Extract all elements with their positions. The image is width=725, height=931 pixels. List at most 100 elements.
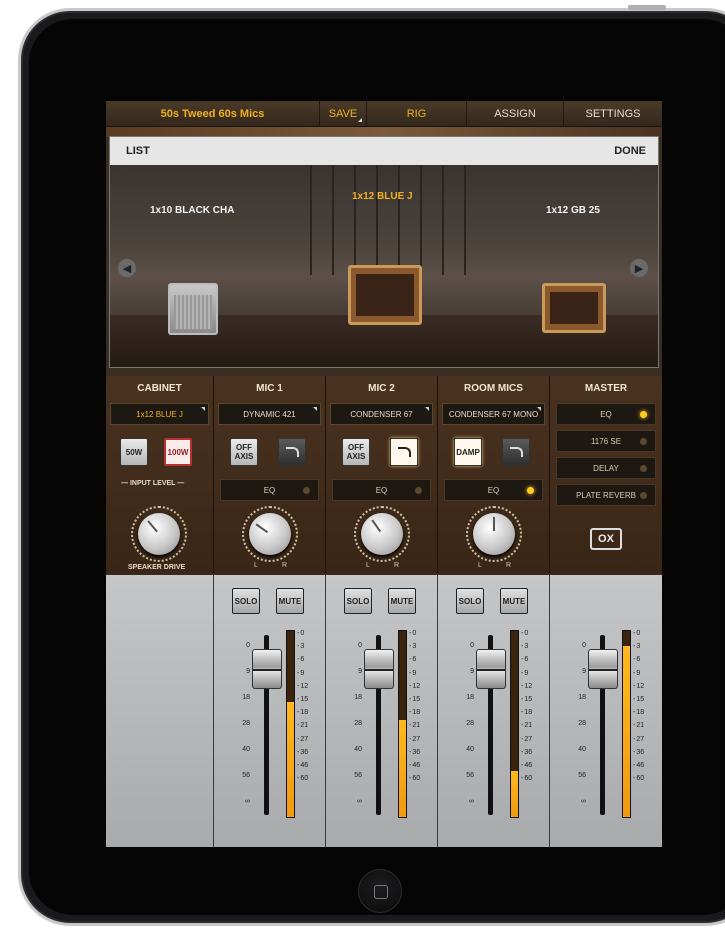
room-mics-dropdown[interactable]: CONDENSER 67 MONO [442,403,545,425]
mic1-mute-button[interactable]: MUTE [276,588,304,614]
master-level-meter [622,630,631,818]
mic2-fader-scale: 0 9 18 28 40 56 ∞ [354,642,362,805]
mic2-meter-scale: 03691215182127364660 [409,627,420,785]
mic2-title: MIC 2 [368,382,395,394]
mixer-room-mics: SOLO MUTE 0918284056∞ 0369121518212736466… [438,575,550,847]
master-plate-reverb[interactable]: PLATE REVERB [556,484,656,506]
room-level-meter [510,630,519,818]
room-mics-eq[interactable]: EQ [444,479,543,501]
master-delay[interactable]: DELAY [556,457,656,479]
speaker-drive-knob[interactable] [138,513,180,555]
mixer-mic1: SOLO MUTE 0918284056∞ 0369121518212736466… [214,575,326,847]
master-strip: MASTER EQ 1176 SE DELAY PLATE REVERB OX [550,376,662,574]
tab-settings[interactable]: SETTINGS [564,101,662,126]
room-mute-button[interactable]: MUTE [500,588,528,614]
cabinet-black-cha[interactable] [168,283,218,335]
mic2-solo-button[interactable]: SOLO [344,588,372,614]
mixer-section: SOLO MUTE 0918284056∞ 0369121518212736466… [106,575,662,847]
sleep-button [628,5,666,10]
mic1-left-label: L [254,562,258,569]
cabinet-gb-25[interactable] [542,283,606,333]
room-fader-scale: 0 9 18 28 40 56 ∞ [466,642,474,805]
mic1-title: MIC 1 [256,382,283,394]
mic1-strip: MIC 1 DYNAMIC 421 OFF AXIS EQ L R [214,376,326,574]
mic1-off-axis-button[interactable]: OFF AXIS [230,438,258,466]
room-mics-title: ROOM MICS [464,382,523,394]
cabinet-selector: LIST DONE 1x10 BLACK CHA 1x12 BLUE J 1x1… [109,136,659,368]
mic1-fader-scale: 0 9 18 28 40 56 ∞ [242,642,250,805]
mic2-filter-button[interactable] [390,438,418,466]
room-left-label: L [478,562,482,569]
mic2-dropdown[interactable]: CONDENSER 67 [330,403,433,425]
master-meter-scale: 03691215182127364660 [633,627,644,785]
cabinet-strip: CABINET 1x12 BLUE J 50W 100W — INPUT LEV… [106,376,214,574]
mic2-fader-handle[interactable] [364,649,394,689]
mixer-master: 0918284056∞ 03691215182127364660 [550,575,662,847]
cabinet-blue-j[interactable] [348,265,422,325]
mixer-cabinet-area [106,575,214,847]
room-fader-handle[interactable] [476,649,506,689]
mic2-eq[interactable]: EQ [332,479,431,501]
tab-assign[interactable]: ASSIGN [467,101,564,126]
mic2-level-meter [398,630,407,818]
preset-name[interactable]: 50s Tweed 60s Mics [106,101,320,126]
mixer-mic2: SOLO MUTE 0918284056∞ 0369121518212736466… [326,575,438,847]
done-button[interactable]: DONE [614,145,646,157]
master-title: MASTER [584,382,628,394]
list-button[interactable]: LIST [126,145,150,157]
master-1176-led [640,438,647,445]
cabinet-label-selected[interactable]: 1x12 BLUE J [352,191,413,202]
cabinet-dropdown[interactable]: 1x12 BLUE J [110,403,209,425]
home-button[interactable] [358,869,402,913]
cabinet-title: CABINET [137,382,182,394]
input-level-label: — INPUT LEVEL — [121,480,185,487]
mic2-left-label: L [366,562,370,569]
chevron-right-icon[interactable]: ▶ [630,259,648,277]
ox-button[interactable]: OX [590,528,622,550]
master-delay-led [640,465,647,472]
mic2-right-label: R [394,562,400,569]
chevron-left-icon[interactable]: ◀ [118,259,136,277]
master-fader-scale: 0 9 18 28 40 56 ∞ [578,642,586,805]
tab-rig[interactable]: RIG [367,101,467,126]
channel-strips: CABINET 1x12 BLUE J 50W 100W — INPUT LEV… [106,376,662,574]
mic1-solo-button[interactable]: SOLO [232,588,260,614]
mic2-pan-knob[interactable] [361,513,403,555]
mic1-meter-scale: 03691215182127364660 [297,627,308,785]
master-reverb-led [640,492,647,499]
cabinet-label-right[interactable]: 1x12 GB 25 [546,205,600,216]
mic1-filter-button[interactable] [278,438,306,466]
mic2-mute-button[interactable]: MUTE [388,588,416,614]
room-right-label: R [506,562,512,569]
room-pan-knob[interactable] [473,513,515,555]
room-filter-button[interactable] [502,438,530,466]
selector-header: LIST DONE [110,137,658,165]
mic1-eq[interactable]: EQ [220,479,319,501]
mic1-eq-led [303,487,310,494]
master-eq[interactable]: EQ [556,403,656,425]
top-navigation: 50s Tweed 60s Mics SAVE RIG ASSIGN SETTI… [106,101,662,127]
home-icon [374,885,388,899]
mic2-off-axis-button[interactable]: OFF AXIS [342,438,370,466]
master-fader-handle[interactable] [588,649,618,689]
room-solo-button[interactable]: SOLO [456,588,484,614]
high-pass-icon [285,447,299,457]
room-meter-scale: 03691215182127364660 [521,627,532,785]
cabinet-label-left[interactable]: 1x10 BLACK CHA [150,205,234,216]
100w-button[interactable]: 100W [164,438,192,466]
mic1-level-meter [286,630,295,818]
master-1176[interactable]: 1176 SE [556,430,656,452]
mic2-eq-led [415,487,422,494]
damp-button[interactable]: DAMP [454,438,482,466]
mic1-fader-handle[interactable] [252,649,282,689]
save-button[interactable]: SAVE [320,101,367,126]
room-mics-strip: ROOM MICS CONDENSER 67 MONO DAMP EQ L R [438,376,550,574]
mic1-pan-knob[interactable] [249,513,291,555]
master-eq-led [640,411,647,418]
mic1-dropdown[interactable]: DYNAMIC 421 [218,403,321,425]
mic1-right-label: R [282,562,288,569]
speaker-drive-label: SPEAKER DRIVE [128,564,186,571]
mic2-strip: MIC 2 CONDENSER 67 OFF AXIS EQ L R [326,376,438,574]
50w-button[interactable]: 50W [120,438,148,466]
room-eq-led [527,487,534,494]
